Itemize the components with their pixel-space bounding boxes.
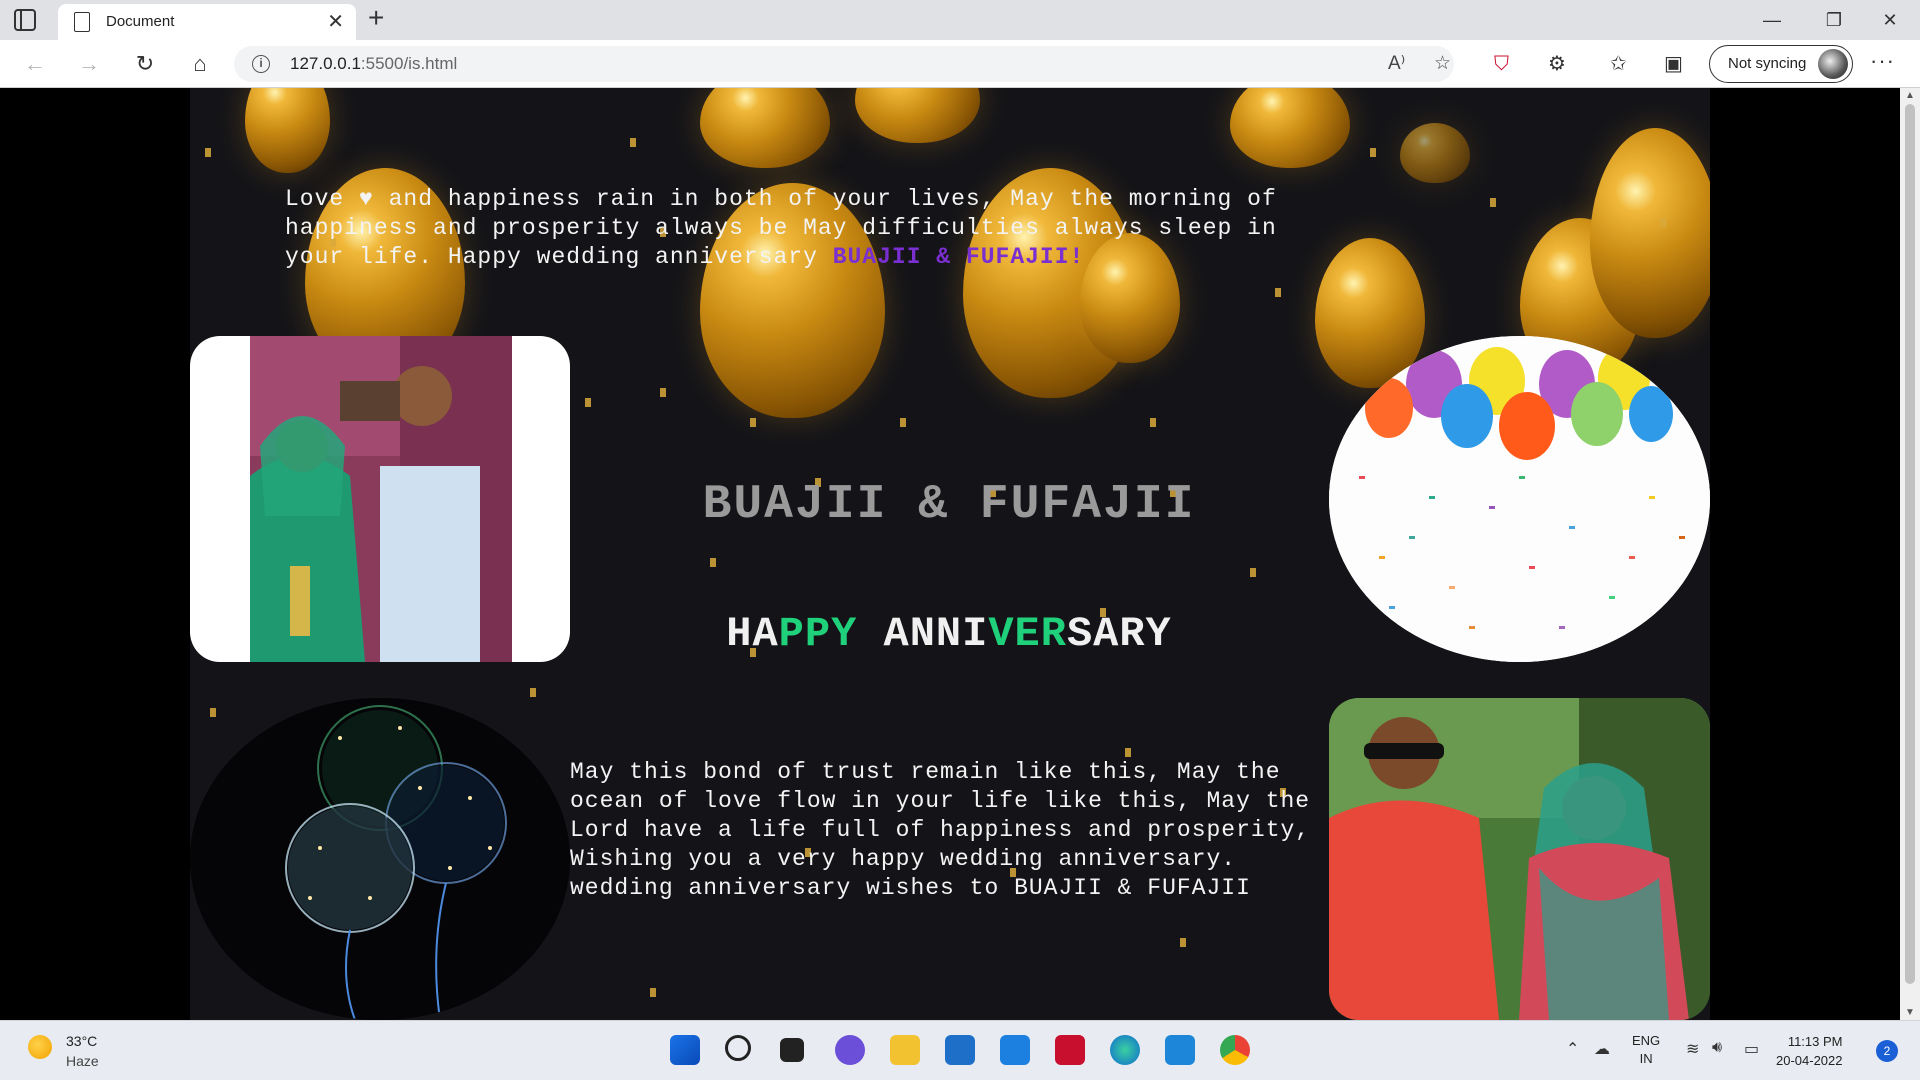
happy-anniversary-heading: HAPPY ANNIVERSARY [726, 610, 1172, 658]
address-bar[interactable]: i 127.0.0.1:5500/is.html A⁾ ☆ [234, 46, 1454, 82]
notification-badge[interactable]: 2 [1876, 1040, 1898, 1062]
couple-photo-1-image [250, 336, 512, 662]
chrome-icon[interactable] [1220, 1035, 1250, 1065]
couple-photo-2 [1329, 698, 1710, 1020]
page-title-names: BUAJII & FUFAJII [702, 478, 1196, 532]
volume-icon[interactable]: 🔊︎ [1712, 1039, 1722, 1057]
web-viewport: Love ♥ and happiness rain in both of you… [0, 88, 1900, 1020]
wish-message: May this bond of trust remain like this,… [570, 759, 1311, 901]
intro-names: BUAJII & FUFAJII! [832, 244, 1085, 270]
weather-icon[interactable] [28, 1035, 52, 1059]
close-window-button[interactable]: ✕ [1862, 4, 1918, 36]
mcafee-icon[interactable] [1055, 1035, 1085, 1065]
system-clock[interactable]: 11:13 PM 20-04-2022 [1776, 1032, 1843, 1070]
vertical-scrollbar[interactable]: ▲ ▼ [1900, 88, 1920, 1020]
tab-document[interactable]: Document ✕ [58, 4, 356, 40]
intro-message: Love ♥ and happiness rain in both of you… [285, 186, 1277, 270]
refresh-button[interactable]: ↻ [130, 49, 160, 79]
restore-button[interactable]: ❐ [1806, 4, 1862, 36]
wifi-icon[interactable]: ≋ [1686, 1039, 1699, 1059]
battery-icon[interactable]: ▭ [1744, 1039, 1759, 1059]
tab-title: Document [106, 13, 175, 30]
mail-icon[interactable] [945, 1035, 975, 1065]
balloon-confetti-image [1329, 336, 1710, 662]
site-info-icon[interactable]: i [252, 55, 270, 73]
weather-description[interactable]: Haze [66, 1053, 99, 1069]
show-hidden-icons-icon[interactable]: ⌃ [1566, 1039, 1579, 1059]
taskbar: 33°C Haze ⌃ ☁ ENG IN ≋ 🔊︎ ▭ 11:13 PM 20-04… [0, 1020, 1920, 1080]
weather-temperature[interactable]: 33°C [66, 1033, 97, 1049]
language-indicator[interactable]: ENG IN [1632, 1032, 1660, 1068]
add-favorite-icon[interactable]: ☆ [1434, 52, 1451, 75]
shield-extension-icon[interactable]: ⛉ [1494, 52, 1509, 76]
minimize-button[interactable]: — [1744, 4, 1800, 36]
balloon-confetti-art [1329, 336, 1710, 662]
url-text[interactable]: 127.0.0.1:5500/is.html [290, 54, 457, 74]
start-icon[interactable] [670, 1035, 700, 1065]
avatar [1818, 49, 1848, 79]
scroll-up-icon[interactable]: ▲ [1905, 90, 1915, 101]
back-button[interactable]: ← [20, 49, 50, 79]
file-explorer-icon[interactable] [890, 1035, 920, 1065]
home-button[interactable]: ⌂ [185, 49, 215, 79]
tab-bar: Document ✕ + — ❐ ✕ [0, 0, 1920, 40]
profile-sync-button[interactable]: Not syncing [1709, 45, 1853, 83]
anniversary-page: Love ♥ and happiness rain in both of you… [190, 88, 1710, 1020]
collections-icon[interactable]: ▣ [1664, 52, 1683, 76]
document-icon [74, 12, 90, 32]
new-tab-button[interactable]: + [368, 2, 384, 34]
vscode-icon[interactable] [1165, 1035, 1195, 1065]
couple-photo-1 [190, 336, 570, 662]
tab-actions-icon[interactable] [14, 9, 36, 31]
read-aloud-icon[interactable]: A⁾ [1388, 52, 1405, 75]
edge-icon[interactable] [1110, 1035, 1140, 1065]
favorites-icon[interactable]: ✩ [1610, 52, 1627, 76]
tab-close-icon[interactable]: ✕ [327, 9, 344, 34]
extensions-icon[interactable]: ⚙ [1548, 52, 1566, 76]
more-menu-icon[interactable]: ··· [1870, 48, 1895, 74]
scroll-down-icon[interactable]: ▼ [1905, 1007, 1915, 1018]
sync-label: Not syncing [1728, 55, 1807, 72]
task-view-icon[interactable] [780, 1038, 804, 1062]
chat-icon[interactable] [835, 1035, 865, 1065]
forward-button[interactable]: → [74, 49, 104, 79]
browser-toolbar: ← → ↻ ⌂ i 127.0.0.1:5500/is.html A⁾ ☆ ⛉ … [0, 40, 1920, 88]
app-l-icon[interactable] [1000, 1035, 1030, 1065]
led-balloons-image [190, 698, 570, 1020]
onedrive-icon[interactable]: ☁ [1594, 1039, 1610, 1059]
search-icon[interactable] [725, 1035, 751, 1061]
led-balloons-art [190, 698, 570, 1020]
scroll-thumb[interactable] [1905, 104, 1915, 984]
couple-photo-2-image [1329, 698, 1710, 1020]
